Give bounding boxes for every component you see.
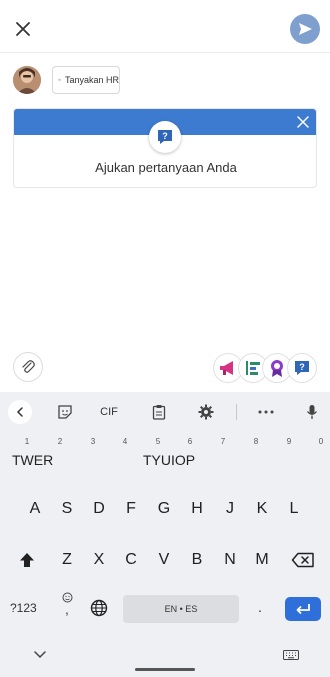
- keyboard: CIF 1 2 3 4 5 6 7 8 9 0 TWER TYUIOP A S …: [0, 392, 330, 677]
- suggestion-chip[interactable]: TYUIOP: [143, 452, 195, 468]
- megaphone-icon: [220, 361, 233, 375]
- people-icon: [58, 78, 61, 82]
- key[interactable]: C: [117, 551, 145, 569]
- key[interactable]: J: [216, 500, 244, 518]
- number-hint: 9: [286, 437, 292, 446]
- sticker-button[interactable]: [56, 402, 74, 422]
- header-divider: [0, 52, 330, 53]
- period-key[interactable]: .: [258, 599, 262, 615]
- toolbar-separator: [236, 404, 237, 420]
- number-hint: 7: [220, 437, 226, 446]
- question-bubble-icon: ?: [295, 361, 309, 375]
- number-hint: 4: [122, 437, 128, 446]
- backspace-icon: [291, 552, 314, 568]
- svg-text:?: ?: [162, 131, 168, 141]
- more-horizontal-icon: [258, 410, 274, 414]
- gesture-handle[interactable]: [135, 668, 195, 671]
- number-hint: 5: [155, 437, 161, 446]
- key[interactable]: X: [85, 551, 113, 569]
- card-title: Ajukan pertanyaan Anda: [95, 160, 237, 175]
- send-icon: [299, 23, 312, 35]
- attach-button[interactable]: [13, 352, 43, 382]
- language-key[interactable]: [88, 597, 110, 619]
- hide-keyboard-button[interactable]: [31, 648, 49, 662]
- number-hint: 3: [90, 437, 96, 446]
- settings-button[interactable]: [197, 402, 215, 422]
- key[interactable]: H: [183, 500, 211, 518]
- card-close-button[interactable]: [294, 113, 312, 131]
- question-card: ? Ajukan pertanyaan Anda: [13, 108, 317, 188]
- key[interactable]: V: [150, 551, 178, 569]
- number-hint: 2: [57, 437, 63, 446]
- key[interactable]: A: [21, 500, 49, 518]
- space-key[interactable]: EN • ES: [123, 595, 239, 623]
- key[interactable]: L: [280, 500, 308, 518]
- close-button[interactable]: [8, 14, 38, 44]
- key[interactable]: S: [53, 500, 81, 518]
- number-hint: 1: [24, 437, 30, 446]
- clipboard-button[interactable]: [150, 402, 168, 422]
- microphone-button[interactable]: [304, 402, 320, 422]
- enter-icon: [296, 604, 310, 615]
- number-hint: 6: [187, 437, 193, 446]
- key[interactable]: D: [85, 500, 113, 518]
- microphone-icon: [306, 405, 318, 419]
- gif-button[interactable]: CIF: [97, 402, 121, 422]
- enter-key[interactable]: [285, 597, 321, 621]
- suggestion-chip[interactable]: TWER: [12, 452, 53, 468]
- question-app-button[interactable]: ?: [287, 353, 317, 383]
- globe-icon: [90, 599, 108, 617]
- emoji-comma-key[interactable]: ,: [58, 592, 76, 622]
- key[interactable]: K: [248, 500, 276, 518]
- number-hint: 0: [318, 437, 324, 446]
- svg-text:?: ?: [299, 362, 305, 372]
- key[interactable]: B: [183, 551, 211, 569]
- keyboard-icon: [283, 650, 299, 660]
- gear-icon: [198, 404, 214, 420]
- badge-icon: [271, 360, 283, 377]
- keyboard-switch-button[interactable]: [282, 648, 300, 662]
- symbols-key[interactable]: ?123: [10, 601, 37, 615]
- avatar[interactable]: [13, 66, 41, 94]
- keyboard-toolbar: CIF: [0, 392, 330, 432]
- key[interactable]: M: [248, 551, 276, 569]
- audience-chip[interactable]: Tanyakan HR: [52, 66, 120, 94]
- question-bubble-icon: ?: [149, 121, 181, 153]
- align-icon: [246, 361, 260, 375]
- key[interactable]: Z: [53, 551, 81, 569]
- close-icon: [16, 22, 30, 36]
- key[interactable]: F: [117, 500, 145, 518]
- audience-chip-label: Tanyakan HR: [64, 75, 119, 85]
- key[interactable]: N: [216, 551, 244, 569]
- chevron-down-icon: [34, 651, 46, 659]
- close-icon: [297, 116, 309, 128]
- number-hint: 8: [253, 437, 259, 446]
- more-button[interactable]: [256, 402, 276, 422]
- clipboard-icon: [152, 405, 166, 420]
- key[interactable]: G: [150, 500, 178, 518]
- chevron-left-icon: [16, 407, 23, 417]
- send-button[interactable]: [290, 14, 320, 44]
- shift-icon: [20, 553, 34, 567]
- backspace-key[interactable]: [288, 548, 318, 572]
- sticker-icon: [58, 405, 72, 419]
- keyboard-back-button[interactable]: [8, 400, 32, 424]
- paperclip-icon: [22, 360, 35, 373]
- comma-label: ,: [65, 601, 69, 617]
- shift-key[interactable]: [14, 548, 40, 572]
